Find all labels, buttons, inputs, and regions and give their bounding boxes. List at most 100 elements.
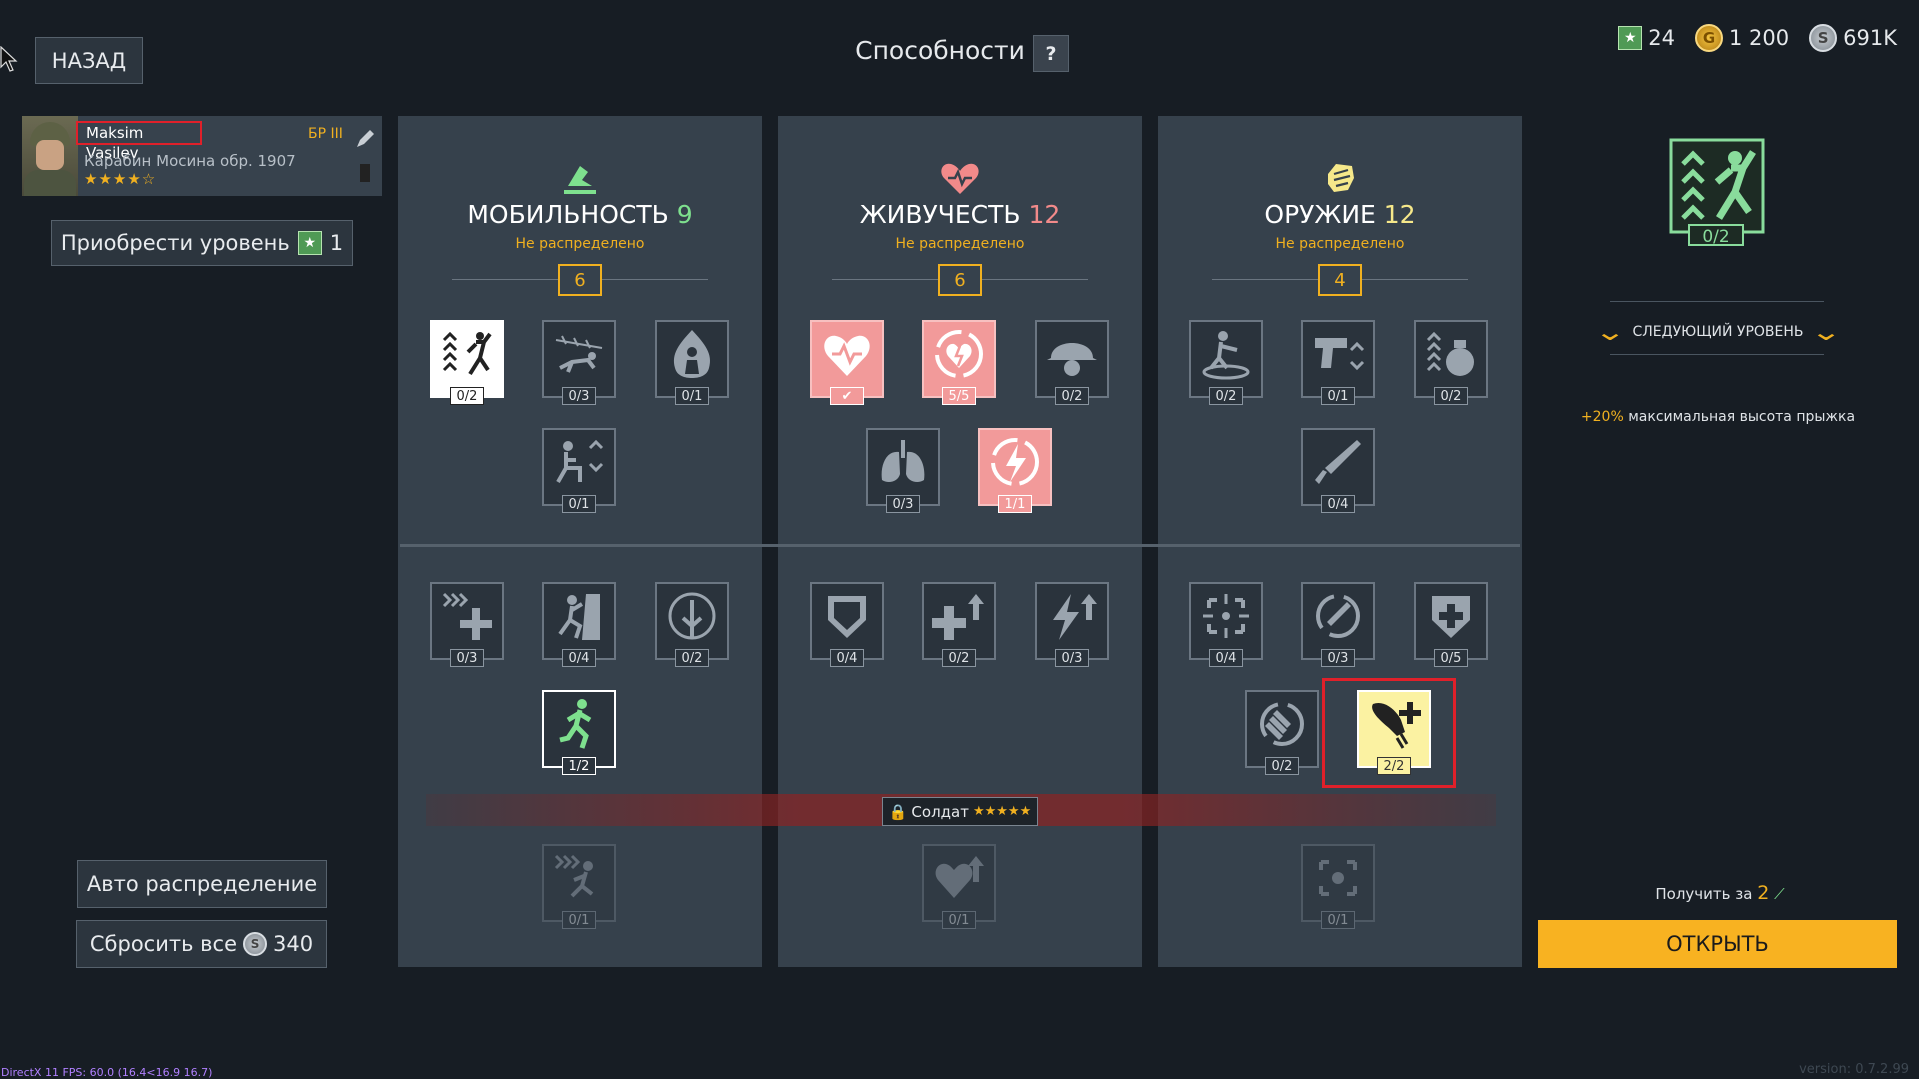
mobility-column: МОБИЛЬНОСТЬ 9 Не распределено 6 — [398, 116, 762, 967]
reset-cost: 340 — [273, 932, 314, 956]
skill-ammo-regen[interactable]: 0/2 — [1245, 690, 1319, 775]
buy-level-button[interactable]: Приобрести уровень ★ 1 — [51, 220, 353, 266]
jump-icon — [442, 331, 492, 376]
skill-count: 0/2 — [1209, 387, 1243, 405]
skill-count: 0/4 — [1321, 495, 1355, 513]
skill-count: 0/2 — [1265, 757, 1299, 775]
vitality-column: ЖИВУЧЕСТЬ 12 Не распределено 6 — [778, 116, 1142, 967]
running-man-icon — [559, 699, 592, 749]
skill-count: 0/2 — [675, 649, 709, 667]
divider-line — [1610, 301, 1824, 302]
ammo-regen-icon — [1260, 702, 1304, 746]
skill-reload[interactable]: 0/3 — [1301, 582, 1375, 667]
skill-count: 0/2 — [450, 387, 484, 405]
skill-stamina-boost[interactable]: 0/3 — [1035, 582, 1109, 667]
divider-line — [1212, 279, 1322, 280]
skill-fire-resistance[interactable]: 0/1 — [655, 320, 729, 405]
skill-health[interactable]: ✔ — [810, 320, 884, 405]
skill-crawl[interactable]: 0/3 — [542, 320, 616, 405]
shield-plus-icon — [1432, 596, 1470, 638]
skill-count: 0/4 — [562, 649, 596, 667]
help-button[interactable]: ? — [1033, 35, 1069, 72]
gold-amount: 1 200 — [1729, 26, 1790, 50]
lightning-up-icon — [1053, 594, 1097, 640]
reset-label: Сбросить все — [89, 932, 238, 956]
weapons-title: ОРУЖИЕ 12 — [1264, 200, 1416, 229]
skill-sprint-heal[interactable]: 0/3 — [430, 582, 504, 667]
weapons-points: 4 — [1318, 264, 1362, 296]
pen-icon[interactable] — [354, 128, 376, 150]
gold-currency: G 1 200 — [1695, 24, 1789, 52]
open-button[interactable]: ОТКРЫТЬ — [1538, 920, 1897, 968]
rank-label: Солдат — [911, 802, 969, 821]
skill-climb[interactable]: 0/4 — [542, 582, 616, 667]
fps-counter: DirectX 11 FPS: 60.0 (16.4<16.9 16.7) — [1, 1066, 213, 1079]
tier-divider — [400, 544, 1520, 547]
preview-count: 0/2 — [1688, 224, 1744, 247]
stars-amount: 24 — [1648, 26, 1676, 50]
skill-aim-locked[interactable]: 0/1 — [1301, 844, 1375, 929]
weapon-name: Карабин Мосина обр. 1907 — [84, 152, 296, 170]
page-title: Способности — [855, 36, 1025, 65]
skill-turret[interactable]: 0/2 — [1189, 320, 1263, 405]
auto-distribute-button[interactable]: Авто распределение — [77, 860, 327, 908]
skill-armor[interactable]: 0/4 — [810, 582, 884, 667]
mobility-unallocated: Не распределено — [515, 236, 645, 252]
next-level-label: СЛЕДУЮЩИЙ УРОВЕНЬ — [1632, 324, 1804, 340]
skill-fast-recovery[interactable]: 1/1 — [978, 428, 1052, 513]
skill-helmet[interactable]: 0/2 — [1035, 320, 1109, 405]
silver-coin-icon: S — [243, 932, 268, 956]
skill-grenade[interactable]: 0/2 — [1414, 320, 1488, 405]
vitality-unallocated: Не распределено — [895, 236, 1025, 252]
skill-count: 0/2 — [1055, 387, 1089, 405]
climb-icon — [558, 594, 600, 640]
skill-count: 0/2 — [1434, 387, 1468, 405]
skill-pistol[interactable]: 0/1 — [1301, 320, 1375, 405]
skill-count: 0/3 — [1055, 649, 1089, 667]
divider-line — [1358, 279, 1468, 280]
back-button[interactable]: НАЗАД — [35, 37, 143, 84]
skill-aim[interactable]: 0/4 — [1189, 582, 1263, 667]
mouse-cursor-icon — [0, 46, 18, 72]
skill-medkit[interactable]: 0/5 — [1414, 582, 1488, 667]
skill-stamina[interactable]: 0/2 — [655, 582, 729, 667]
helmet-icon — [1047, 343, 1097, 376]
star-icon: ★ — [297, 231, 322, 255]
skill-count: 0/1 — [562, 495, 596, 513]
skill-sprint-locked[interactable]: 0/1 — [542, 844, 616, 929]
skill-heal-boost[interactable]: 0/2 — [922, 582, 996, 667]
skill-regeneration[interactable]: 5/5 — [922, 320, 996, 405]
lock-icon: 🔒 — [888, 802, 908, 821]
skill-count: 1/1 — [998, 495, 1032, 513]
player-name: Maksim Vasilev — [76, 121, 202, 162]
skill-count: 0/3 — [450, 649, 484, 667]
plus-up-icon — [932, 594, 984, 640]
soldier-card[interactable]: Maksim Vasilev БР III Карабин Мосина обр… — [22, 116, 382, 196]
divider-line — [832, 279, 942, 280]
crouch-icon — [556, 439, 604, 483]
unlock-cost: Получить за 2 ⟋ — [1655, 882, 1785, 904]
reset-all-button[interactable]: Сбросить все S 340 — [76, 920, 327, 968]
soldier-turret-icon — [1202, 331, 1250, 380]
battle-rating-badge: БР III — [308, 126, 343, 142]
crawl-under-wire-icon — [555, 335, 603, 373]
heart-pulse-icon — [824, 335, 870, 376]
skill-count: 0/4 — [1209, 649, 1243, 667]
skill-vitality-locked[interactable]: 0/1 — [922, 844, 996, 929]
skill-lungs[interactable]: 0/3 — [866, 428, 940, 513]
skill-jump-height[interactable]: 0/2 — [430, 320, 504, 405]
skill-melee[interactable]: 0/4 — [1301, 428, 1375, 513]
skill-running[interactable]: 1/2 — [542, 690, 616, 775]
divider-line — [598, 279, 708, 280]
shield-icon — [828, 596, 866, 638]
skill-count: 0/2 — [942, 649, 976, 667]
divider-line — [1610, 354, 1824, 355]
skill-crouch-speed[interactable]: 0/1 — [542, 428, 616, 513]
skill-count: 0/1 — [1321, 911, 1355, 929]
rank-lock-badge: 🔒 Солдат ★★★★★ — [882, 797, 1038, 826]
next-level-header: ⌄ СЛЕДУЮЩИЙ УРОВЕНЬ ⌄ — [1588, 318, 1848, 346]
lightning-regen-icon — [991, 438, 1039, 486]
fire-soldier-icon — [673, 330, 711, 378]
effect-description: +20% максимальная высота прыжка — [1580, 409, 1856, 425]
mobility-point-icon: ⟋ — [1774, 885, 1785, 903]
